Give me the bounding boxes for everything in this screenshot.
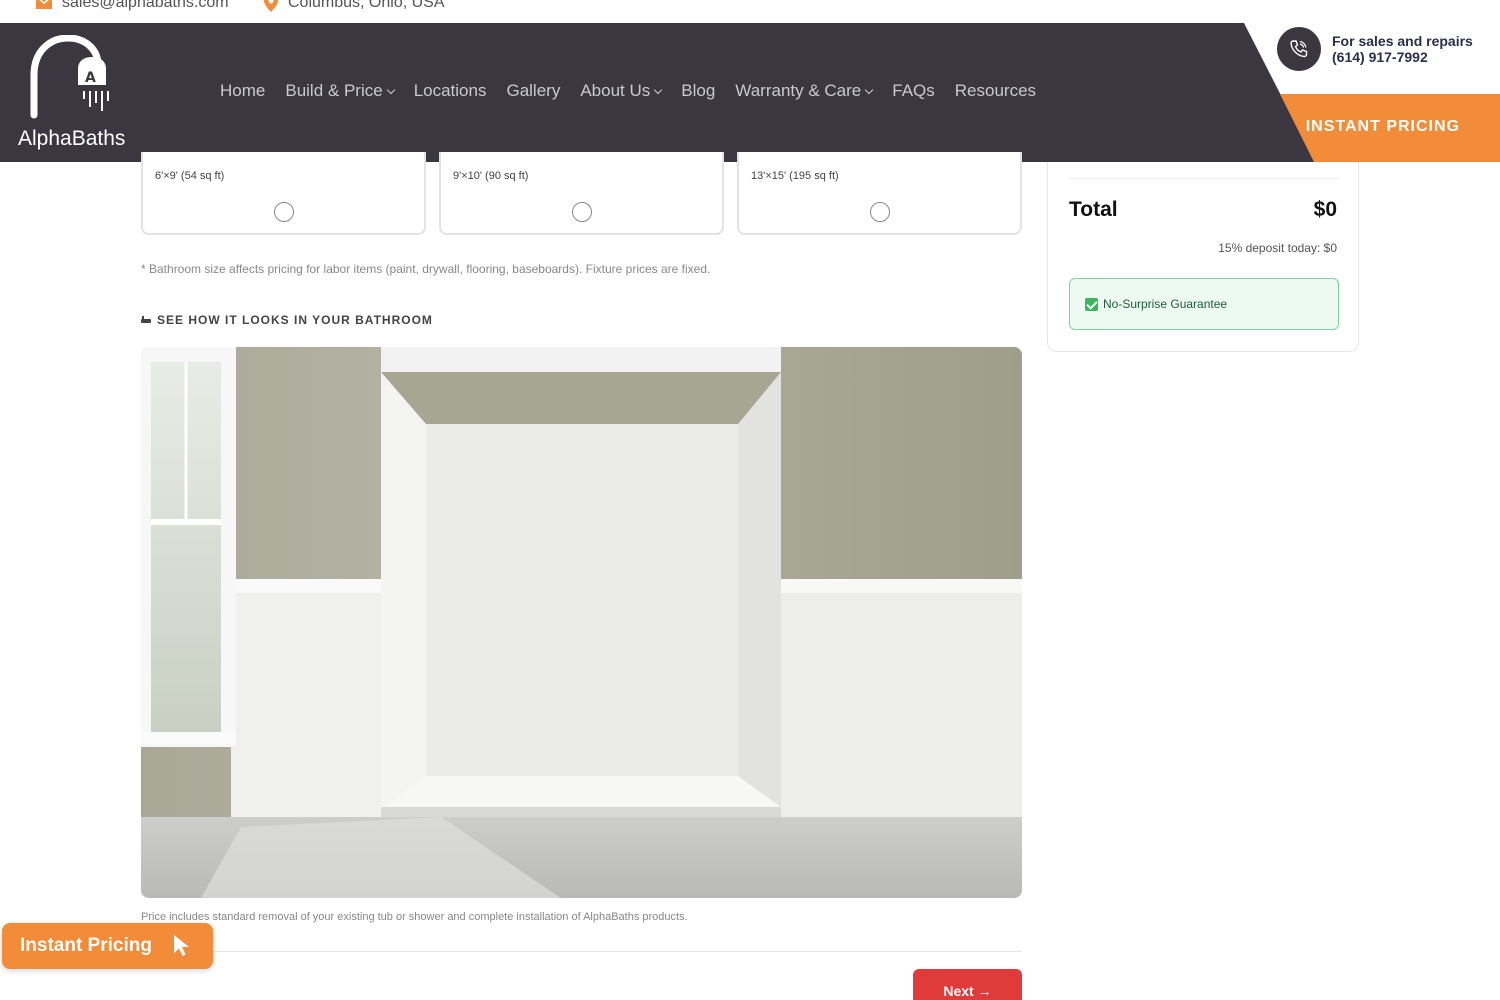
total-label: Total bbox=[1069, 198, 1118, 221]
checkmark-icon bbox=[1085, 297, 1098, 311]
bathroom-size-options: 6'×9' (54 sq ft) 9'×10' (90 sq ft) 13'×1… bbox=[141, 152, 1022, 235]
size-card[interactable]: 13'×15' (195 sq ft) bbox=[737, 152, 1022, 235]
size-card[interactable]: 6'×9' (54 sq ft) bbox=[141, 152, 426, 235]
size-dimensions: 9'×10' (90 sq ft) bbox=[453, 170, 529, 182]
bathroom-render bbox=[141, 347, 1022, 898]
preview-caption: Price includes standard removal of your … bbox=[141, 911, 688, 923]
cursor-pointer-icon bbox=[173, 935, 189, 956]
size-card[interactable]: 9'×10' (90 sq ft) bbox=[439, 152, 724, 235]
nav-label: Home bbox=[220, 81, 266, 100]
next-button[interactable]: Next → bbox=[913, 969, 1022, 1000]
nav-label: Gallery bbox=[506, 81, 561, 100]
size-pricing-note: * Bathroom size affects pricing for labo… bbox=[141, 262, 711, 276]
instant-pricing-header-button[interactable]: INSTANT PRICING bbox=[1280, 94, 1500, 162]
deposit-text: 15% deposit today: $0 bbox=[1218, 241, 1337, 255]
phone-text: For sales and repairs (614) 917-7992 bbox=[1332, 33, 1473, 65]
bathroom-preview-image bbox=[141, 347, 1022, 898]
phone-icon bbox=[1277, 27, 1321, 71]
price-summary-panel: Total $0 15% deposit today: $0 No-Surpri… bbox=[1047, 162, 1359, 352]
site-header: A AlphaBaths Home Build & Price Location… bbox=[0, 0, 1500, 162]
instant-pricing-floating-button[interactable]: Instant Pricing bbox=[2, 923, 213, 969]
email-link[interactable]: sales@alphabaths.com bbox=[36, 0, 229, 12]
nav-warranty-care[interactable]: Warranty & Care bbox=[735, 81, 874, 101]
size-radio[interactable] bbox=[274, 202, 294, 222]
guarantee-text: No-Surprise Guarantee bbox=[1103, 297, 1228, 311]
nav-faqs[interactable]: FAQs bbox=[892, 81, 935, 101]
sales-phone-contact[interactable]: For sales and repairs (614) 917-7992 bbox=[1277, 27, 1473, 71]
mail-icon bbox=[36, 0, 52, 9]
nav-gallery[interactable]: Gallery bbox=[506, 81, 560, 101]
nav-build-price[interactable]: Build & Price bbox=[285, 81, 395, 101]
location-text: Columbus, Ohio, USA bbox=[288, 0, 445, 11]
site-logo[interactable]: A AlphaBaths bbox=[18, 33, 133, 158]
nav-home[interactable]: Home bbox=[220, 81, 265, 101]
nav-label: Blog bbox=[681, 81, 716, 100]
nav-label: FAQs bbox=[892, 81, 935, 100]
chevron-down-icon bbox=[386, 85, 395, 94]
location-pin-icon bbox=[264, 0, 278, 12]
nav-label: Resources bbox=[954, 81, 1037, 100]
chevron-down-icon bbox=[654, 85, 663, 94]
preview-heading-text: SEE HOW IT LOOKS IN YOUR BATHROOM bbox=[157, 313, 433, 327]
svg-text:A: A bbox=[85, 70, 96, 86]
size-dimensions: 13'×15' (195 sq ft) bbox=[751, 170, 839, 182]
size-radio[interactable] bbox=[870, 202, 890, 222]
nav-label: Warranty & Care bbox=[735, 81, 862, 100]
phone-number[interactable]: (614) 917-7992 bbox=[1332, 49, 1473, 65]
nav-blog[interactable]: Blog bbox=[681, 81, 715, 101]
page: sales@alphabaths.com Columbus, Ohio, USA… bbox=[0, 0, 1500, 1000]
nav-about-us[interactable]: About Us bbox=[580, 81, 663, 101]
bathtub-icon bbox=[141, 316, 151, 323]
location-info: Columbus, Ohio, USA bbox=[264, 0, 445, 12]
size-radio[interactable] bbox=[572, 202, 592, 222]
nav-label: About Us bbox=[580, 81, 651, 100]
main-nav: Home Build & Price Locations Gallery Abo… bbox=[220, 81, 1056, 101]
nav-resources[interactable]: Resources bbox=[955, 81, 1036, 101]
shower-head-logo-icon: A bbox=[30, 35, 109, 119]
email-text[interactable]: sales@alphabaths.com bbox=[62, 0, 229, 12]
nav-locations[interactable]: Locations bbox=[414, 81, 487, 101]
logo-text: AlphaBaths bbox=[18, 127, 126, 150]
chevron-down-icon bbox=[865, 85, 874, 94]
divider bbox=[1069, 178, 1339, 179]
nav-label: Build & Price bbox=[285, 81, 383, 100]
phone-line1: For sales and repairs bbox=[1332, 33, 1473, 49]
nav-label: Locations bbox=[413, 81, 487, 100]
instant-pricing-header-label: INSTANT PRICING bbox=[1305, 118, 1460, 135]
guarantee-badge: No-Surprise Guarantee bbox=[1069, 278, 1339, 330]
divider bbox=[141, 951, 1022, 952]
instant-pricing-floating-label: Instant Pricing bbox=[20, 935, 152, 956]
preview-heading: SEE HOW IT LOOKS IN YOUR BATHROOM bbox=[141, 313, 433, 327]
size-dimensions: 6'×9' (54 sq ft) bbox=[155, 170, 225, 182]
total-value: $0 bbox=[1313, 198, 1337, 221]
